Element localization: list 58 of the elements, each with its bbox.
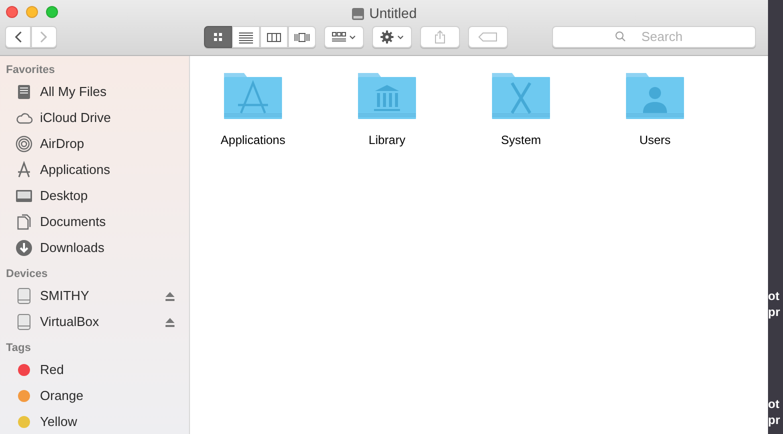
eject-icon[interactable] [165,292,175,300]
document-icon [15,213,33,231]
sidebar-item[interactable]: VirtualBox [6,309,189,335]
sidebar-item[interactable]: Orange [6,383,189,409]
sidebar-item[interactable]: Red [6,357,189,383]
cover-flow-icon [294,30,310,44]
action-button[interactable] [372,26,412,48]
folder-name[interactable]: Library [368,131,406,149]
sidebar-item[interactable]: Applications [6,157,189,183]
eject-icon[interactable] [165,318,175,326]
back-button[interactable] [5,26,31,48]
sidebar-item[interactable]: Downloads [6,235,189,261]
arrange-button[interactable] [324,26,364,48]
tag-icon [478,32,498,42]
library-folder-icon [357,70,417,120]
desktop-label: ot [768,288,780,304]
caret-icon [349,34,356,40]
desktop-label: ot [768,396,780,412]
sidebar-heading: Favorites [6,63,56,78]
zoom-button[interactable] [46,6,58,18]
share-icon [434,30,446,44]
close-button[interactable] [6,6,18,18]
chevron-right-icon [40,31,48,43]
desktop-label: pr [768,304,781,320]
window-title: Untitled [369,4,417,23]
sidebar-item[interactable]: SMITHY [6,283,189,309]
search-field[interactable]: Search [552,26,756,48]
sidebar-item[interactable]: iCloud Drive [6,105,189,131]
tray-icon [15,83,33,101]
columns-icon [266,30,282,44]
folder-name[interactable]: Applications [220,131,286,149]
system-folder-icon [491,70,551,120]
desktop-label: pr [768,412,781,428]
drive-icon [351,6,366,20]
sidebar-item[interactable]: Desktop [6,183,189,209]
sidebar-item[interactable]: All My Files [6,79,189,105]
search-icon [615,31,626,42]
app-store-icon [15,161,33,179]
grid-icon [332,32,346,42]
drive-icon [15,287,33,305]
folder-name[interactable]: Users [639,131,671,149]
chevron-left-icon [14,31,22,43]
download-icon [15,239,33,257]
list-icon [238,30,254,44]
monitor-icon [15,187,33,205]
sidebar-heading: Devices [6,267,49,282]
sidebar-item[interactable]: Yellow [6,409,189,434]
sidebar-item[interactable]: Documents [6,209,189,235]
user-folder-icon [625,70,685,120]
airdrop-icon [15,135,33,153]
caret-icon [397,34,404,40]
folder-name[interactable]: System [500,131,541,149]
app-folder-icon [223,70,283,120]
gear-icon [380,30,394,44]
sidebar-heading: Tags [6,341,32,356]
drive-icon [15,313,33,331]
view-mode-button[interactable] [204,26,232,48]
sidebar-item[interactable]: AirDrop [6,131,189,157]
